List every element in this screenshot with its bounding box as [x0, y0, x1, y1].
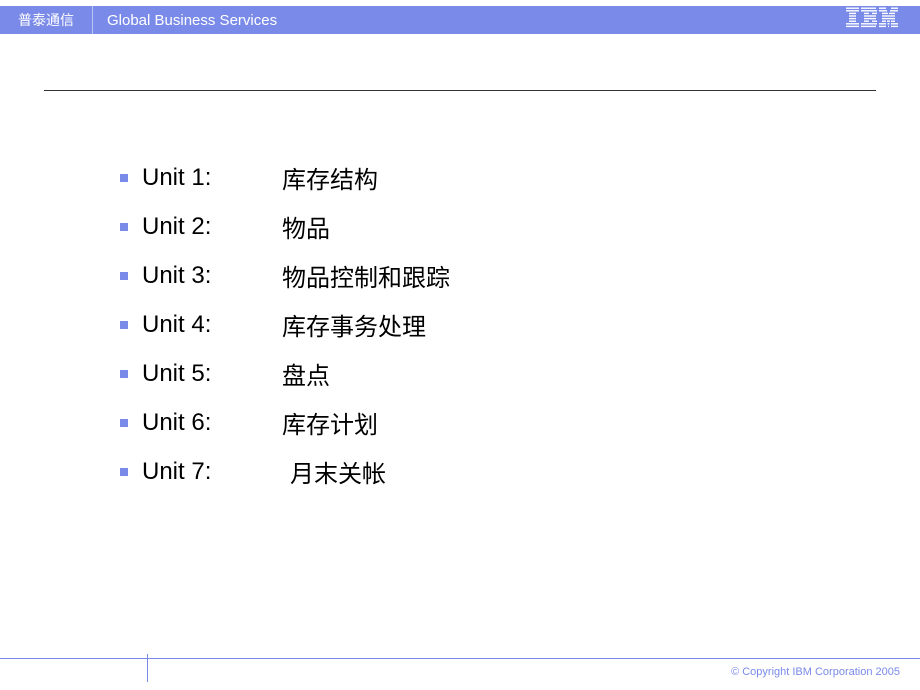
unit-label: Unit 4: [142, 311, 272, 339]
unit-desc: 盘点 [282, 356, 330, 391]
client-name: 普泰通信 [0, 6, 92, 34]
bullet-icon [120, 321, 128, 329]
unit-desc: 月末关帐 [290, 454, 386, 489]
ibm-logo-icon [846, 8, 898, 33]
bullet-icon [120, 223, 128, 231]
header-bar: 普泰通信 Global Business Services [0, 6, 920, 34]
list-item: Unit 7: 月末关帐 [120, 454, 450, 489]
unit-label: Unit 6: [142, 409, 272, 437]
footer: © Copyright IBM Corporation 2005 [0, 658, 920, 682]
bullet-icon [120, 370, 128, 378]
bullet-icon [120, 468, 128, 476]
footer-line [148, 658, 920, 659]
unit-label: Unit 5: [142, 360, 272, 388]
copyright-text: © Copyright IBM Corporation 2005 [731, 666, 900, 678]
list-item: Unit 3: 物品控制和跟踪 [120, 258, 450, 293]
unit-desc: 物品控制和跟踪 [282, 258, 450, 293]
unit-label: Unit 3: [142, 262, 272, 290]
division-name: Global Business Services [93, 6, 291, 34]
unit-desc: 库存事务处理 [282, 307, 426, 342]
content-area: Unit 1: 库存结构 Unit 2: 物品 Unit 3: 物品控制和跟踪 … [120, 160, 450, 503]
unit-label: Unit 1: [142, 164, 272, 192]
unit-label: Unit 7: [142, 458, 272, 486]
bullet-icon [120, 419, 128, 427]
list-item: Unit 6: 库存计划 [120, 405, 450, 440]
unit-desc: 物品 [282, 209, 330, 244]
unit-desc: 库存结构 [282, 160, 378, 195]
footer-line [0, 658, 147, 659]
unit-desc: 库存计划 [282, 405, 378, 440]
unit-label: Unit 2: [142, 213, 272, 241]
title-underline [44, 90, 876, 91]
list-item: Unit 2: 物品 [120, 209, 450, 244]
bullet-icon [120, 174, 128, 182]
bullet-icon [120, 272, 128, 280]
list-item: Unit 1: 库存结构 [120, 160, 450, 195]
list-item: Unit 5: 盘点 [120, 356, 450, 391]
list-item: Unit 4: 库存事务处理 [120, 307, 450, 342]
